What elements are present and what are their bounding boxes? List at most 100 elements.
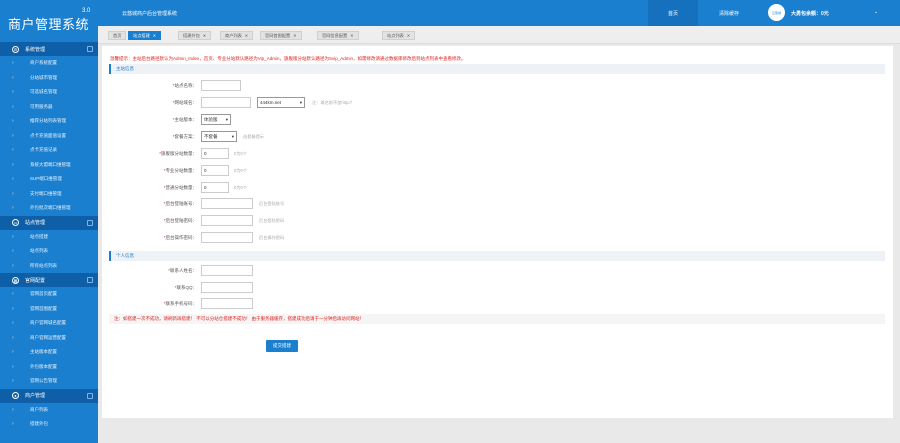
- tab-item[interactable]: 官网首图配置 ✕: [260, 31, 302, 40]
- grid-icon: ▦: [12, 276, 19, 284]
- close-icon[interactable]: ✕: [407, 33, 410, 38]
- sidebar-item[interactable]: › 可用服务器: [0, 100, 98, 115]
- sidebar-item[interactable]: › 商户官网运营配置: [0, 331, 98, 346]
- sidebar-item[interactable]: › 可选城名管理: [0, 85, 98, 100]
- sidebar-item[interactable]: › 点卡充值面值设置: [0, 129, 98, 144]
- contact-phone-input[interactable]: [201, 298, 253, 309]
- admin-pass-input[interactable]: [201, 215, 253, 226]
- chevron-right-icon: ›: [12, 161, 14, 168]
- close-icon[interactable]: ✕: [293, 33, 296, 38]
- sidebar-item[interactable]: › 点卡充值记录: [0, 143, 98, 158]
- brand-version: 3.0: [82, 8, 91, 14]
- version-value: 体验版: [204, 116, 218, 122]
- sidebar-group-0[interactable]: ⚙ 系统管理: [0, 42, 98, 56]
- chevron-right-icon: ›: [12, 60, 14, 67]
- sidebar-item[interactable]: › 官网公告管理: [0, 374, 98, 389]
- sidebar-item[interactable]: › 主站版本配置: [0, 345, 98, 360]
- row-package: *套餐方案： 不套餐 ▾ 选套餐提示: [109, 131, 709, 143]
- version-label: *主站版本：: [172, 117, 197, 122]
- close-icon[interactable]: ✕: [153, 33, 156, 38]
- domain-input[interactable]: [201, 97, 251, 108]
- sidebar-item[interactable]: › 官网首页配置: [0, 287, 98, 302]
- sidebar-item[interactable]: › 商户列表: [0, 403, 98, 418]
- collapse-icon[interactable]: [87, 392, 93, 399]
- admin-user-input[interactable]: [201, 198, 253, 209]
- warning-text: 注：如搭建一次不成功，请刷新再搭建！ 不可以分站仓搭建不成功！ 由于服务器缓存，…: [109, 314, 885, 324]
- tab-item[interactable]: 站点搭建 ✕: [128, 31, 162, 40]
- sidebar-item-label: 系统大盟端口维管理: [30, 161, 71, 167]
- sidebar-item[interactable]: › 站点列表: [0, 244, 98, 259]
- sidebar-group-3[interactable]: ● 商户管理: [0, 388, 98, 403]
- section-main-title: 主站信息: [109, 64, 885, 74]
- sidebar-item[interactable]: › 分站城市管理: [0, 71, 98, 86]
- required-marker: *: [172, 134, 175, 139]
- version-select[interactable]: 体验版 ▾: [201, 114, 231, 125]
- sidebar-item-label: 点卡充值记录: [30, 147, 57, 153]
- sidebar-item[interactable]: › 官网首图配置: [0, 302, 98, 317]
- sidebar-item-label: 推荐分站列表管理: [30, 118, 66, 124]
- clear-cache-button[interactable]: 清除缓存: [704, 0, 754, 26]
- tab-item[interactable]: 站点列表 ✕: [382, 31, 416, 40]
- sidebar-item[interactable]: › 所有站点列表: [0, 259, 98, 274]
- domain-suffix-select[interactable]: 444km.net ▾: [257, 97, 305, 108]
- collapse-icon[interactable]: [87, 219, 93, 226]
- top-header: 云悠城商户后台管理系统 首页 清除缓存 云悠城 大勇包余额：0元 ⌄: [98, 0, 900, 26]
- tab-label: 商户列表: [225, 32, 242, 38]
- sidebar-item-label: 官网首页配置: [30, 291, 57, 297]
- row-admin-pass: *后台登陆密码： 后台登陆密码: [109, 215, 709, 227]
- sidebar-item[interactable]: › 外包批次端口维管理: [0, 201, 98, 216]
- basic-count-input[interactable]: 0: [201, 182, 229, 193]
- chevron-right-icon: ›: [12, 305, 14, 312]
- required-marker: *: [172, 83, 175, 88]
- sidebar-item[interactable]: › 商户系统配置: [0, 56, 98, 71]
- avatar[interactable]: 云悠城: [768, 4, 785, 21]
- header-title: 云悠城商户后台管理系统: [122, 11, 178, 17]
- contact-qq-input[interactable]: [201, 282, 253, 293]
- sidebar: 商户管理系统 3.0 ⚙ 系统管理 › 商户系统配置 › 分站城市管理 › 可选城名管理 › 可用…: [0, 0, 98, 443]
- required-marker: *: [174, 285, 177, 290]
- sidebar-item-label: 外包批次端口维管理: [30, 205, 71, 211]
- chevron-right-icon: ›: [12, 190, 14, 197]
- collapse-icon[interactable]: [87, 277, 93, 283]
- sidebar-item[interactable]: › 支付端口维管理: [0, 187, 98, 202]
- sidebar-item[interactable]: › 搭建外包: [0, 417, 98, 432]
- chevron-down-icon[interactable]: ⌄: [874, 9, 878, 15]
- submit-button[interactable]: 提交搭建: [266, 340, 298, 352]
- pro-count-input[interactable]: 0: [201, 165, 229, 176]
- sidebar-item[interactable]: › SUP端口维管理: [0, 172, 98, 187]
- brand-title: 商户管理系统: [8, 18, 90, 33]
- admin-op-hint: 后台操作密码: [259, 235, 285, 240]
- admin-op-input[interactable]: [201, 232, 253, 243]
- sidebar-item-label: SUP端口维管理: [30, 176, 62, 182]
- tab-item[interactable]: 首页: [108, 31, 127, 40]
- row-contact-qq: *联系QQ：: [109, 282, 709, 294]
- row-admin-op: *后台操作密码： 后台操作密码: [109, 232, 709, 244]
- tab-item[interactable]: 搭建外包 ✕: [178, 31, 212, 40]
- collapse-icon[interactable]: [87, 46, 93, 52]
- close-icon[interactable]: ✕: [245, 33, 248, 38]
- sidebar-item[interactable]: › 外包版本配置: [0, 360, 98, 375]
- close-icon[interactable]: ✕: [350, 33, 353, 38]
- contact-qq-label: *联系QQ：: [174, 285, 197, 290]
- site-name-input[interactable]: [201, 80, 241, 91]
- tab-item[interactable]: 官网信息配置 ✕: [317, 31, 359, 40]
- chevron-right-icon: ›: [12, 291, 14, 298]
- close-icon[interactable]: ✕: [203, 33, 206, 38]
- sidebar-group-1[interactable]: ▭ 站点管理: [0, 215, 98, 230]
- sidebar-item[interactable]: › 商户官网城名配置: [0, 316, 98, 331]
- chevron-right-icon: ›: [12, 118, 14, 125]
- sidebar-item-label: 所有站点列表: [30, 262, 57, 268]
- nav-home-button[interactable]: 首页: [648, 0, 698, 26]
- sidebar-item-label: 官网公告管理: [30, 378, 57, 384]
- flagship-count-input[interactable]: 0: [201, 148, 229, 159]
- chevron-right-icon: ›: [12, 378, 14, 385]
- sidebar-group-2[interactable]: ▦ 官网配置: [0, 273, 98, 287]
- sidebar-item[interactable]: › 系统大盟端口维管理: [0, 158, 98, 173]
- sidebar-item-label: 可用服务器: [30, 103, 53, 109]
- flagship-hint: 0为0个: [234, 151, 248, 156]
- contact-name-input[interactable]: [201, 265, 253, 276]
- tab-item[interactable]: 商户列表 ✕: [220, 31, 254, 40]
- sidebar-item[interactable]: › 推荐分站列表管理: [0, 114, 98, 129]
- package-select[interactable]: 不套餐 ▾: [201, 131, 237, 142]
- sidebar-item[interactable]: › 站点搭建: [0, 230, 98, 245]
